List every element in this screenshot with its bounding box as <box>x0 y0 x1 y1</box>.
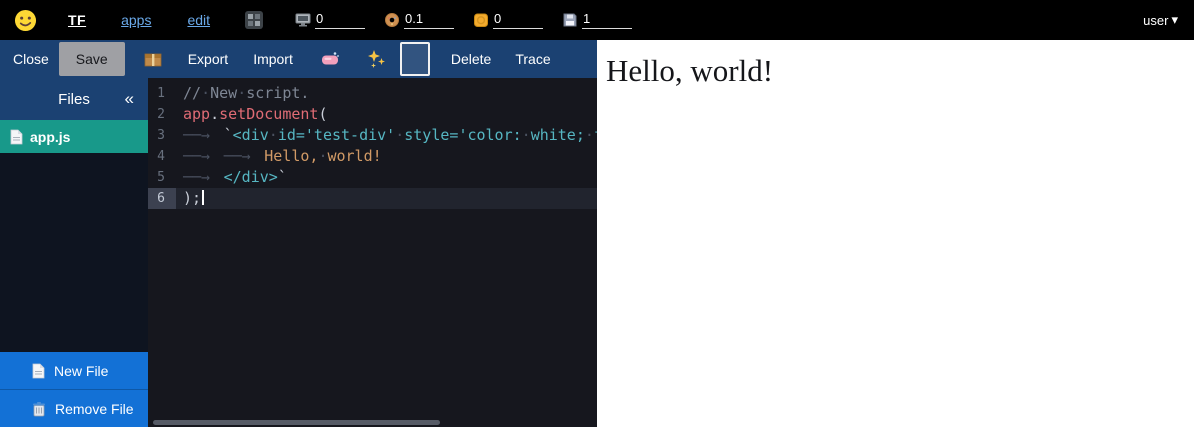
status-stats: 0 0.1 0 <box>295 11 632 29</box>
trace-button[interactable]: Trace <box>515 51 550 67</box>
code-line-text: //·New·script. <box>176 83 309 104</box>
file-icon <box>10 129 23 145</box>
stat-item: 0.1 <box>384 11 454 29</box>
chevron-down-icon: ▾ <box>1171 12 1178 28</box>
code-line[interactable]: 1//·New·script. <box>148 83 597 104</box>
file-item-label: app.js <box>30 129 70 145</box>
code-line[interactable]: 3──→`<div·id='test-div'·style='color:·wh… <box>148 125 597 146</box>
save-button[interactable]: Save <box>59 42 125 76</box>
files-sidebar: Files « app.js <box>0 78 148 427</box>
code-line[interactable]: 6); <box>148 188 597 209</box>
new-file-button[interactable]: New File <box>0 352 148 389</box>
code-line[interactable]: 5──→</div>` <box>148 167 597 188</box>
monitor-icon <box>295 12 311 28</box>
line-number: 6 <box>148 188 176 209</box>
new-file-icon <box>32 363 45 379</box>
remove-file-button[interactable]: Remove File <box>0 389 148 427</box>
files-header: Files « <box>0 78 148 120</box>
remove-file-label: Remove File <box>55 401 134 417</box>
code-editor[interactable]: 1//·New·script.2app.setDocument(3──→`<di… <box>148 78 597 427</box>
coin-icon <box>473 12 489 28</box>
package-button[interactable] <box>143 49 163 69</box>
file-item-appjs[interactable]: app.js <box>0 120 148 153</box>
home-link[interactable]: TF <box>68 12 86 28</box>
floppy-stat-value: 1 <box>582 11 632 29</box>
collapse-sidebar-button[interactable]: « <box>125 89 134 109</box>
text-cursor <box>202 190 204 205</box>
empty-button[interactable] <box>400 42 430 76</box>
top-bar: TF apps edit 0 <box>0 0 1194 40</box>
code-lines: 1//·New·script.2app.setDocument(3──→`<di… <box>148 83 597 209</box>
output-pane: Hello, world! <box>597 40 1194 427</box>
line-number: 2 <box>148 104 176 125</box>
stat-item: 0 <box>295 11 365 29</box>
code-line[interactable]: 4──→──→Hello,·world! <box>148 146 597 167</box>
donut-icon <box>384 12 400 28</box>
import-button[interactable]: Import <box>253 51 293 67</box>
code-line-text: ); <box>176 188 204 209</box>
line-number: 4 <box>148 146 176 167</box>
user-menu[interactable]: user▾ <box>1143 12 1178 28</box>
main-area: Close Save Export Import <box>0 40 1194 427</box>
close-button[interactable]: Close <box>13 51 49 67</box>
monitor-stat-value: 0 <box>315 11 365 29</box>
code-line-text: ──→`<div·id='test-div'·style='color:·whi… <box>176 125 597 146</box>
code-line[interactable]: 2app.setDocument( <box>148 104 597 125</box>
line-number: 1 <box>148 83 176 104</box>
stat-item: 1 <box>562 11 632 29</box>
file-list-empty-space <box>0 153 148 352</box>
code-line-text: ──→──→Hello,·world! <box>176 146 382 167</box>
editor-panel: Close Save Export Import <box>0 40 597 427</box>
apps-link[interactable]: apps <box>121 12 151 28</box>
export-button[interactable]: Export <box>188 51 228 67</box>
files-header-label: Files <box>58 91 90 108</box>
code-line-text: ──→</div>` <box>176 167 287 188</box>
edit-link[interactable]: edit <box>187 12 210 28</box>
floppy-icon <box>562 12 578 28</box>
new-file-label: New File <box>54 363 108 379</box>
line-number: 3 <box>148 125 176 146</box>
soap-button[interactable] <box>320 49 340 69</box>
line-number: 5 <box>148 167 176 188</box>
trash-icon <box>32 401 46 417</box>
sparkles-icon <box>367 49 387 69</box>
editor-toolbar: Close Save Export Import <box>0 40 597 78</box>
output-text: Hello, world! <box>606 53 1194 89</box>
smiley-logo-icon[interactable] <box>14 9 37 32</box>
workspace: Files « app.js <box>0 78 597 427</box>
package-icon <box>143 49 163 69</box>
coin-stat-value: 0 <box>493 11 543 29</box>
code-line-text: app.setDocument( <box>176 104 328 125</box>
user-menu-label: user <box>1143 13 1168 28</box>
horizontal-scrollbar[interactable] <box>153 420 440 425</box>
pixel-grid-icon[interactable] <box>244 10 264 30</box>
stat-item: 0 <box>473 11 543 29</box>
app-window: TF apps edit 0 <box>0 0 1194 427</box>
soap-icon <box>320 49 340 69</box>
sparkles-button[interactable] <box>367 49 387 69</box>
donut-stat-value: 0.1 <box>404 11 454 29</box>
delete-button[interactable]: Delete <box>451 51 491 67</box>
